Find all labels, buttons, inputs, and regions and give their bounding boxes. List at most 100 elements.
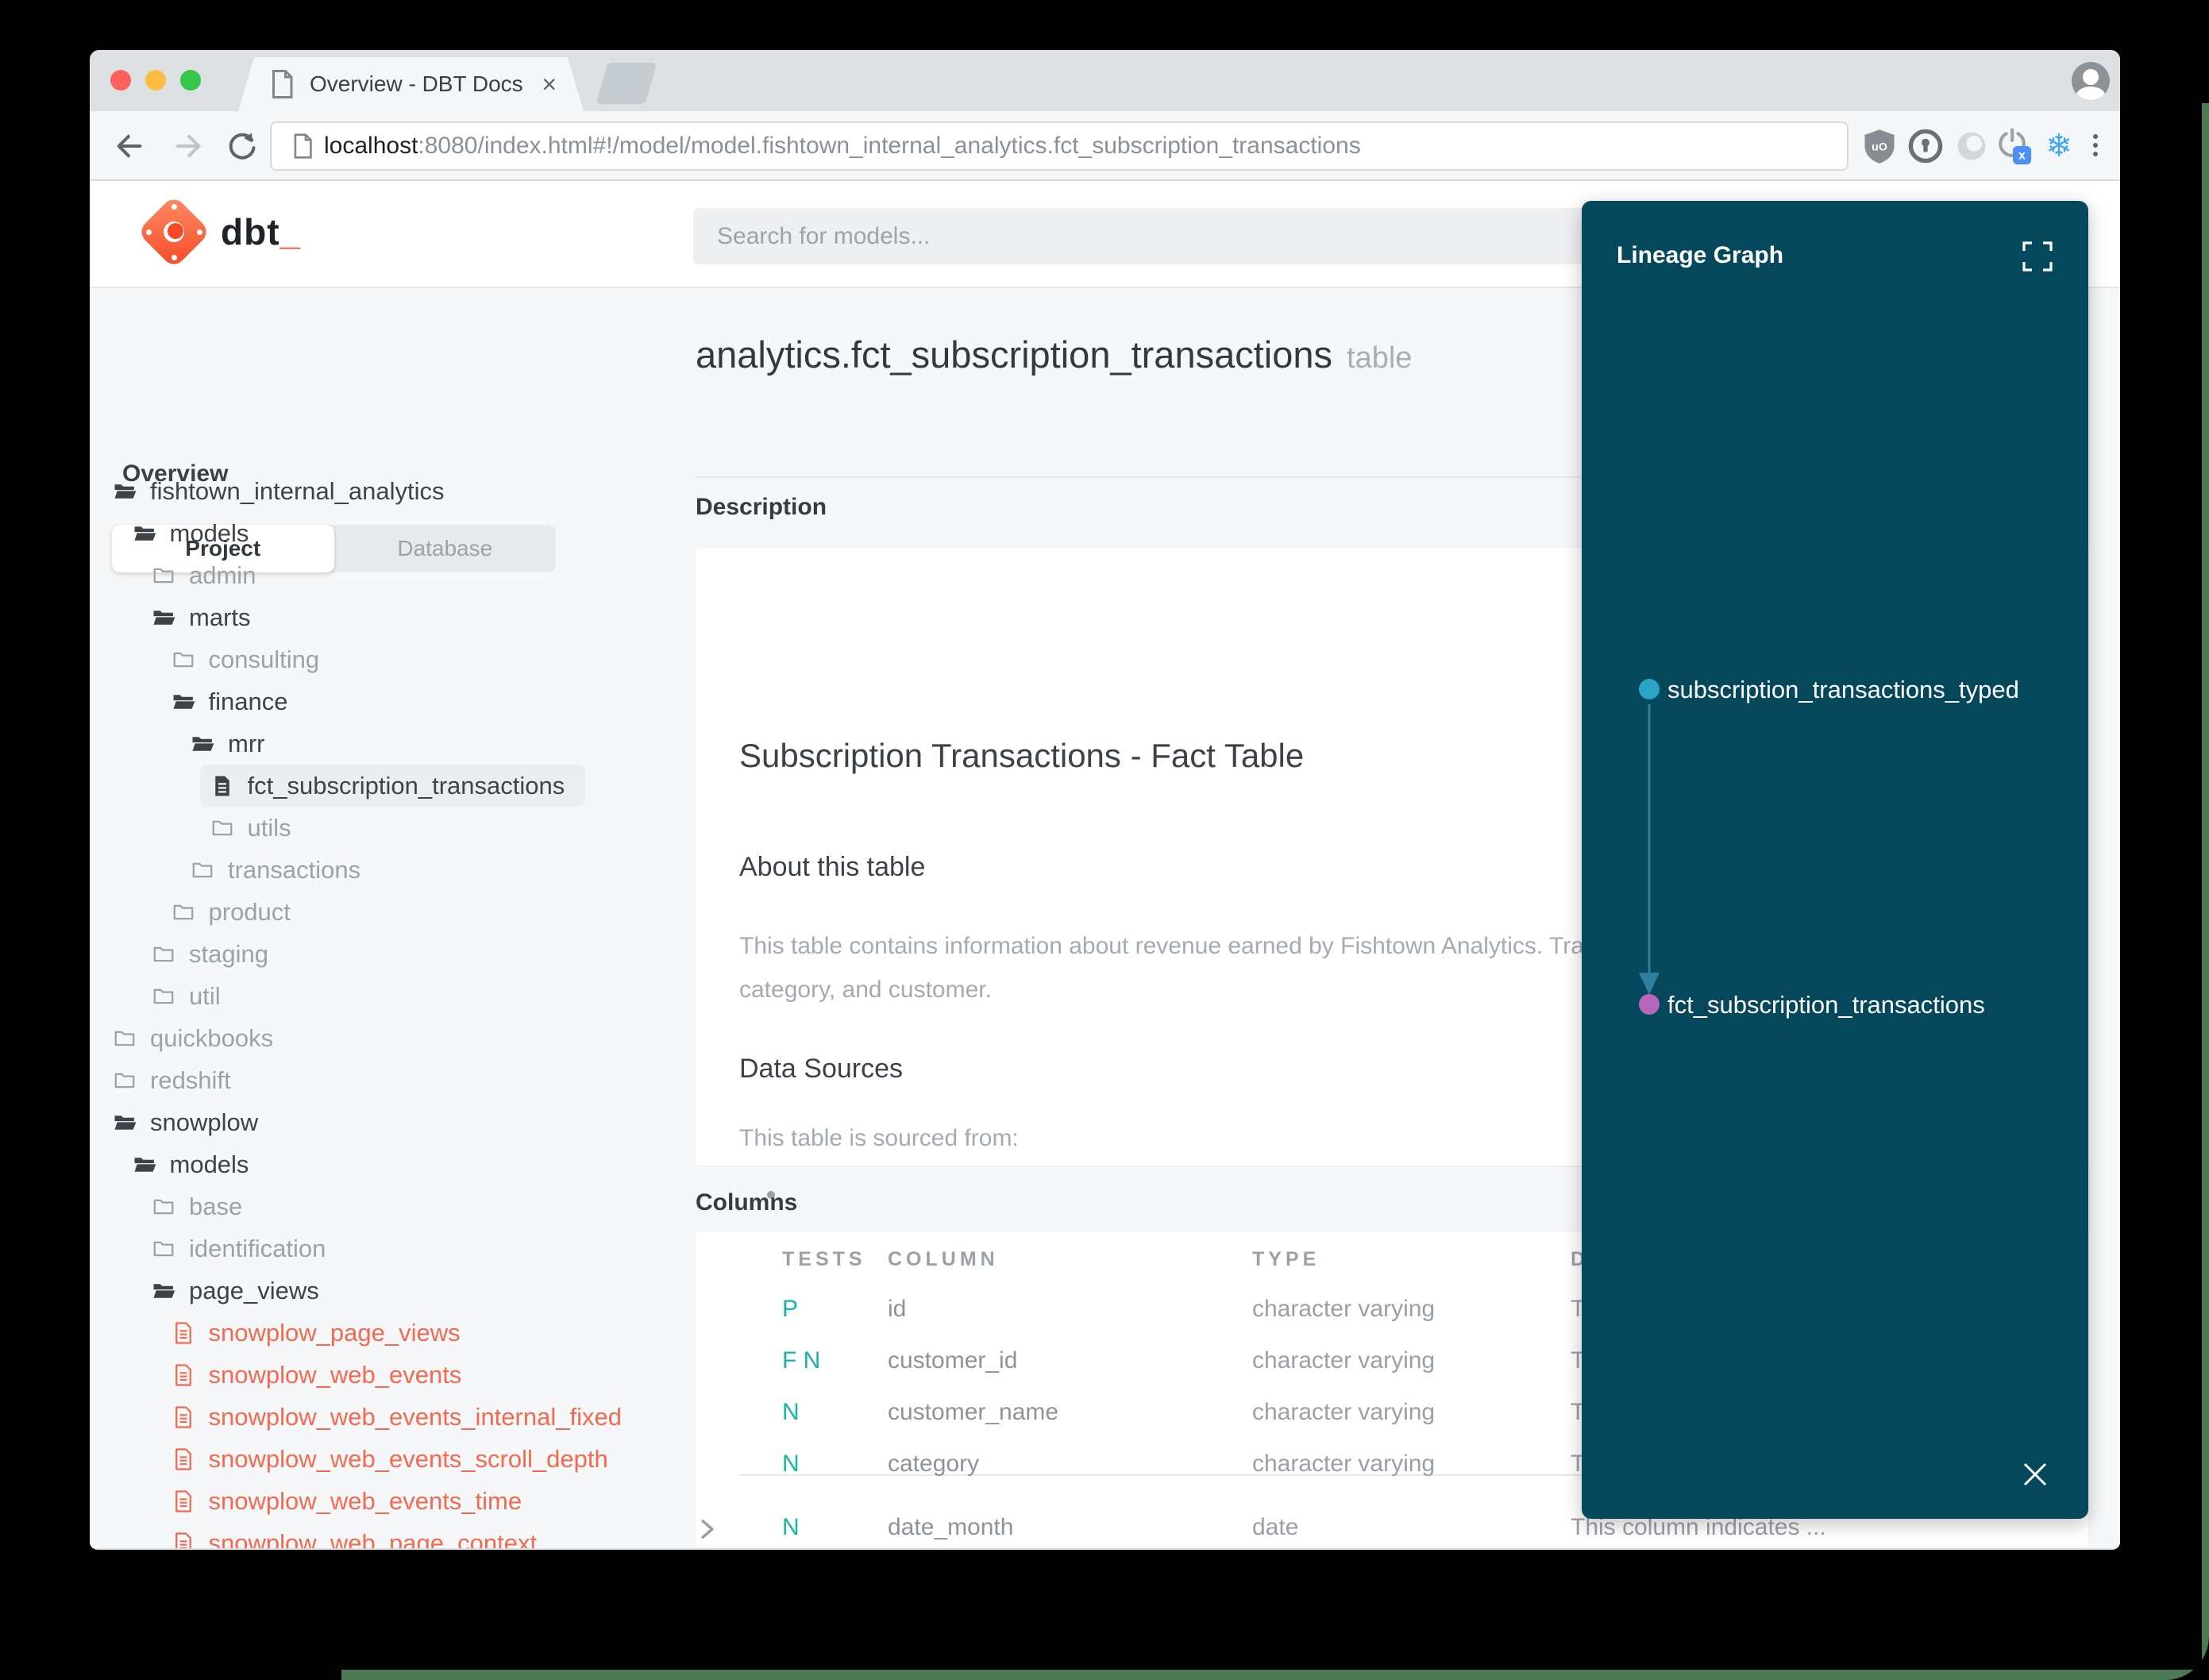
description-section-heading: Description — [696, 494, 827, 520]
row-expand-chevron-icon[interactable] — [696, 1514, 719, 1544]
grey-swirl-extension-icon[interactable] — [1953, 127, 1991, 165]
tree-item-label: admin — [189, 561, 256, 589]
folder-open-icon — [134, 1157, 156, 1172]
onepassword-extension-icon[interactable] — [1906, 127, 1945, 165]
url-text[interactable]: localhost:8080/index.html#!/model/model.… — [324, 133, 1361, 160]
tree-item-label: finance — [208, 687, 288, 715]
tree-item[interactable]: util — [90, 975, 677, 1017]
browser-profile-avatar[interactable] — [2072, 62, 2110, 100]
dbt-logo-text: dbt_ — [221, 211, 302, 252]
folder-open-icon — [114, 1115, 137, 1130]
page-document-icon[interactable] — [292, 133, 313, 159]
tree-item[interactable]: models — [90, 1143, 677, 1185]
tree-item[interactable]: snowplow_web_page_context — [90, 1522, 677, 1548]
folder-open-icon — [134, 526, 156, 541]
row-column-name: customer_name — [888, 1399, 1059, 1425]
tree-item[interactable]: snowplow_web_events_time — [90, 1480, 677, 1522]
row-tests: N — [782, 1399, 800, 1425]
tree-item[interactable]: snowplow — [90, 1101, 677, 1143]
browser-menu-button[interactable] — [2080, 130, 2111, 162]
browser-tab[interactable]: Overview - DBT Docs × — [238, 57, 584, 111]
tree-item-label: snowplow_web_events_scroll_depth — [208, 1444, 608, 1473]
row-column-name: id — [888, 1296, 907, 1322]
tree-item[interactable]: fct_subscription_transactions — [199, 765, 586, 807]
lineage-node-fct-subscription-transactions[interactable] — [1639, 994, 1660, 1015]
tree-item[interactable]: utils — [90, 807, 677, 849]
tree-item[interactable]: snowplow_web_events_scroll_depth — [90, 1438, 677, 1480]
folder-closed-icon — [114, 1073, 135, 1088]
tree-item-label: util — [189, 981, 221, 1010]
tree-item-label: base — [189, 1192, 243, 1220]
tree-item[interactable]: quickbooks — [90, 1017, 677, 1059]
tree-item-label: quickbooks — [150, 1023, 274, 1052]
tab-strip: Overview - DBT Docs × — [90, 50, 2120, 111]
back-button[interactable] — [114, 130, 145, 162]
url-path: :8080/index.html#!/model/model.fishtown_… — [418, 133, 1361, 159]
new-tab-button[interactable] — [596, 63, 657, 104]
tree-item[interactable]: models — [90, 512, 677, 554]
tree-item[interactable]: admin — [90, 554, 677, 596]
folder-closed-icon — [153, 1241, 174, 1256]
folder-closed-icon — [153, 1199, 174, 1214]
folder-closed-icon — [173, 652, 193, 667]
row-column-name: date_month — [888, 1514, 1014, 1540]
model-file-icon — [175, 1321, 191, 1344]
tree-item-label: redshift — [150, 1065, 231, 1094]
tree-item[interactable]: staging — [90, 933, 677, 975]
lineage-node-label[interactable]: fct_subscription_transactions — [1667, 991, 1985, 1019]
lineage-node-label[interactable]: subscription_transactions_typed — [1667, 676, 2019, 703]
data-sources-heading: Data Sources — [739, 1054, 903, 1084]
forward-button[interactable] — [172, 130, 204, 162]
window-minimize-button[interactable] — [145, 70, 166, 91]
tree-item-label: identification — [189, 1234, 326, 1262]
folder-open-icon — [192, 736, 214, 751]
lineage-close-icon[interactable] — [2020, 1459, 2050, 1489]
tree-item[interactable]: finance — [90, 680, 677, 722]
tree-item[interactable]: marts — [90, 596, 677, 638]
snowflake-extension-icon[interactable]: ❄ — [2040, 127, 2078, 165]
tree-item[interactable]: product — [90, 891, 677, 933]
tree-item[interactable]: transactions — [90, 849, 677, 891]
folder-closed-icon — [212, 820, 232, 835]
ublock-extension-icon[interactable]: uO — [1860, 127, 1899, 165]
tree-item[interactable]: fishtown_internal_analytics — [90, 470, 677, 512]
folder-closed-icon — [192, 862, 213, 877]
reload-button[interactable] — [226, 130, 258, 162]
lineage-graph[interactable]: subscription_transactions_typed fct_subs… — [1582, 201, 2088, 1519]
tree-item[interactable]: identification — [90, 1227, 677, 1270]
tree-item-label: utils — [247, 813, 291, 842]
row-column-name: customer_id — [888, 1347, 1018, 1374]
lineage-graph-panel: Lineage Graph subscription_transactions_… — [1582, 201, 2088, 1519]
folder-open-icon — [173, 694, 195, 709]
tab-close-icon[interactable]: × — [542, 71, 557, 97]
window-close-button[interactable] — [110, 70, 131, 91]
col-header-type: TYPE — [1252, 1248, 1320, 1270]
lineage-node-subscription-transactions-typed[interactable] — [1639, 679, 1660, 699]
svg-text:uO: uO — [1872, 141, 1887, 153]
power-extension-icon[interactable]: x — [1994, 127, 2032, 165]
tree-item[interactable]: page_views — [90, 1270, 677, 1312]
col-header-tests: TESTS — [782, 1248, 866, 1270]
tree-item-label: snowplow_web_events_internal_fixed — [208, 1402, 622, 1431]
tree-item[interactable]: snowplow_page_views — [90, 1312, 677, 1354]
tree-item[interactable]: snowplow_web_events_internal_fixed — [90, 1396, 677, 1438]
folder-closed-icon — [153, 946, 174, 961]
tree-item-label: snowplow — [150, 1108, 259, 1136]
row-tests: N — [782, 1451, 800, 1477]
lineage-edge-arrowhead — [1639, 973, 1660, 995]
model-file-icon — [175, 1363, 191, 1386]
url-bar[interactable]: localhost:8080/index.html#!/model/model.… — [270, 121, 1849, 171]
tree-item-label: consulting — [208, 645, 320, 673]
tree-item[interactable]: consulting — [90, 638, 677, 680]
dbt-logo[interactable]: dbt_ — [137, 195, 302, 269]
tree-item[interactable]: redshift — [90, 1059, 677, 1101]
tree-item[interactable]: base — [90, 1185, 677, 1227]
model-file-icon — [175, 1405, 191, 1428]
tree-item-label: fct_subscription_transactions — [247, 771, 565, 800]
window-zoom-button[interactable] — [180, 70, 201, 91]
tree-item-label: snowplow_web_events — [208, 1360, 462, 1389]
tab-title: Overview - DBT Docs — [310, 71, 523, 96]
table-row[interactable]: N date_month date This column indicates … — [696, 1514, 2088, 1548]
tree-item[interactable]: mrr — [90, 722, 677, 765]
tree-item[interactable]: snowplow_web_events — [90, 1354, 677, 1396]
